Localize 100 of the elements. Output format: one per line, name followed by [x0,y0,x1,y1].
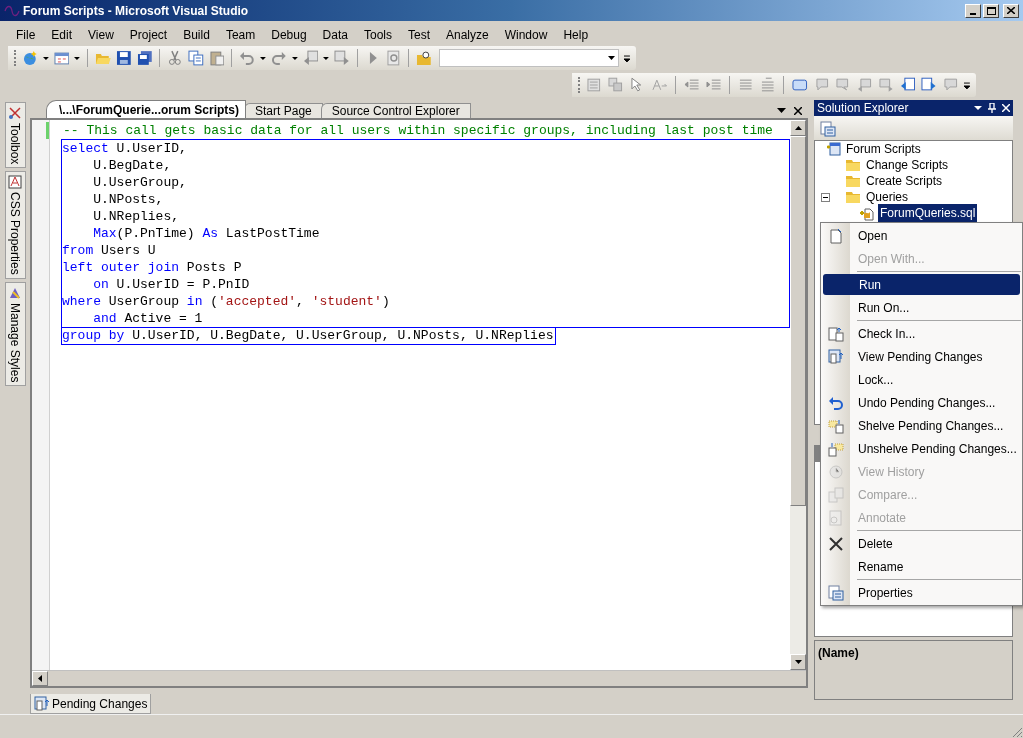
stack-icon[interactable] [608,77,624,93]
code-line: Max(P.PnTime) As LastPostTime [92,225,321,242]
menu-item[interactable]: Help [555,25,597,44]
panel-title: Solution Explorer [817,100,909,117]
tools-icon [8,106,22,120]
close-button[interactable] [1003,3,1019,18]
copy-icon[interactable] [188,50,204,66]
menu-item[interactable]: Debug [263,25,315,44]
pin-icon[interactable] [988,103,996,113]
menu-item[interactable]: View Pending Changes [858,347,1022,366]
horizontal-scrollbar[interactable] [32,670,806,686]
dropdown-arrow-icon[interactable] [974,106,982,110]
menu-item[interactable]: Build [175,25,218,44]
menu-item[interactable]: Properties [858,583,1022,602]
tree-item[interactable]: Queries [864,188,911,206]
speech-bubble-icon[interactable] [835,77,851,93]
tree-item[interactable]: ForumQueries.sql [878,204,978,222]
unshelve-icon [827,440,844,457]
font-size-icon[interactable] [651,77,668,93]
collapse-icon[interactable] [821,192,830,202]
rectangle-icon[interactable] [792,77,808,93]
vertical-scrollbar[interactable] [790,120,806,670]
caret-icon[interactable] [42,56,49,60]
menu-item[interactable]: Project [121,25,176,44]
menu-item[interactable]: Window [496,25,556,44]
menu-item[interactable]: Undo Pending Changes... [858,393,1022,412]
code-line: and Active = 1 [92,310,204,327]
caret-icon[interactable] [260,56,267,60]
previous-page-icon[interactable] [899,77,916,93]
panel-tab[interactable]: Pending Changes [30,694,152,714]
caret-icon[interactable] [291,56,298,60]
close-icon [1007,7,1015,14]
close-icon[interactable] [794,107,802,115]
menu-item[interactable]: Lock... [858,370,1022,389]
menu-item[interactable]: Run [823,274,1020,295]
menu-item[interactable]: View [80,25,122,44]
menu-item[interactable]: Shelve Pending Changes... [858,416,1022,435]
code-line: -- This call gets basic data for all users within specific groups, including last post time [62,122,774,139]
side-tab[interactable]: Manage Styles [4,282,26,387]
caret-icon[interactable] [74,56,81,60]
folder-icon [845,189,861,205]
editor-tab[interactable]: Source Control Explorer [320,103,471,118]
menu-item[interactable]: Run On... [858,298,1022,317]
left-arrow-icon [38,675,42,682]
uncomment-lines-icon[interactable] [759,77,776,93]
side-tab[interactable]: Toolbox [4,102,26,169]
menu-item[interactable]: Unshelve Pending Changes... [858,439,1022,458]
dropdown-arrow-icon[interactable] [777,108,786,113]
minimize-button[interactable] [965,3,981,18]
menu-item[interactable]: Tools [355,25,400,44]
maximize-button[interactable] [983,3,999,18]
save-all-icon[interactable] [136,50,153,66]
bubble-arrow-icon[interactable] [856,77,873,93]
editor-tab[interactable]: \...\ForumQuerie...orum Scripts) [46,100,247,118]
letter-box-icon [8,175,22,190]
tree-item[interactable]: Create Scripts [864,172,945,190]
menu-item[interactable]: File [8,25,44,44]
folder-icon [845,173,861,189]
delete-comment-icon[interactable] [942,77,959,93]
code-line: on U.UserID = P.PnID [92,276,251,293]
menu-item[interactable]: Open [858,226,1022,245]
speech-bubble-icon[interactable] [813,77,830,93]
app-logo-icon [4,4,20,17]
next-page-icon[interactable] [921,77,937,93]
code-editor[interactable] [30,118,808,688]
code-line: from Users U [62,242,157,259]
toolbar-overflow-icon[interactable] [624,53,630,63]
caret-icon[interactable] [323,56,330,60]
menu-item[interactable]: Data [314,25,356,44]
scroll-thumb[interactable] [790,136,806,506]
menu-item[interactable]: Edit [43,25,81,44]
folder-search-icon[interactable] [416,50,433,66]
shelve-icon [827,417,844,434]
toolbar-overflow-icon[interactable] [964,80,970,90]
editor-tab[interactable]: Start Page [244,103,323,118]
tree-item[interactable]: Forum Scripts [844,140,923,158]
save-icon[interactable] [115,50,132,66]
find-icon[interactable] [385,50,402,66]
scroll-up-button[interactable] [790,120,806,136]
dropdown-arrow-icon [608,56,616,60]
menu-item[interactable]: Team [217,25,264,44]
properties-icon [827,584,844,601]
cut-icon[interactable] [167,50,184,66]
side-tab[interactable]: CSS Properties [4,171,26,280]
scroll-left-button[interactable] [32,671,48,686]
bubble-arrow-icon[interactable] [878,77,894,93]
table-icon[interactable] [586,77,603,93]
tree-item[interactable]: Change Scripts [864,156,951,174]
menu-item[interactable]: Analyze [438,25,497,44]
menu-item[interactable]: Rename [858,557,1022,576]
indent-icon[interactable] [705,77,722,93]
paste-icon[interactable] [208,50,225,66]
comment-lines-icon[interactable] [738,77,754,93]
scroll-down-button[interactable] [790,654,806,670]
menu-item[interactable]: Delete [858,534,1022,553]
outdent-icon[interactable] [684,77,700,93]
resize-grip-icon[interactable] [1011,726,1023,738]
properties-icon[interactable] [820,121,836,137]
menu-item[interactable]: Check In... [858,324,1022,343]
menu-item[interactable]: Test [399,25,438,44]
